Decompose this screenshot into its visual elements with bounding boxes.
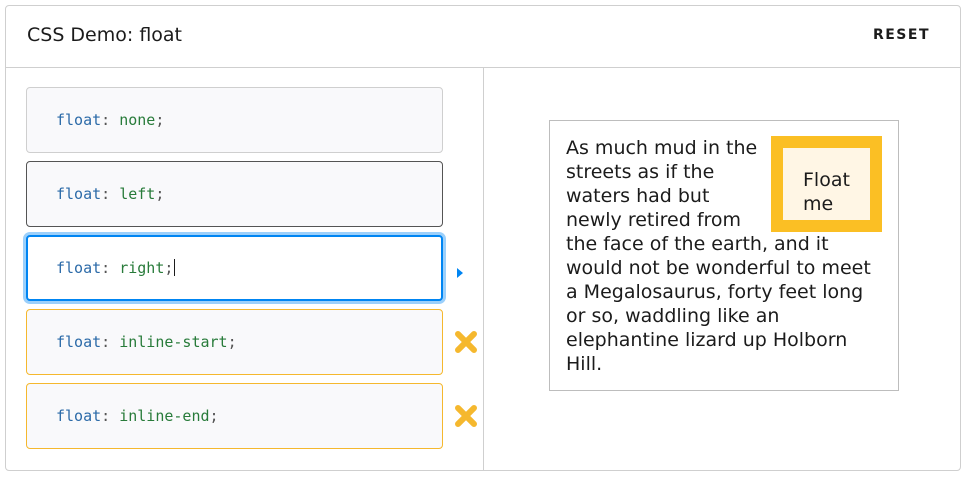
choice-code: float: left; bbox=[56, 185, 165, 203]
x-icon bbox=[455, 405, 477, 427]
arrow-right-icon bbox=[457, 268, 463, 278]
choice-code: float: inline-start; bbox=[56, 333, 237, 351]
choice-code[interactable]: float: right; bbox=[56, 259, 176, 277]
choice-code: float: none; bbox=[56, 111, 165, 129]
output-pane: Float me As much mud in the streets as i… bbox=[484, 67, 960, 470]
css-demo-frame: CSS Demo: float RESET float: none; float… bbox=[5, 5, 961, 471]
choices-pane: float: none; float: left; float: right; … bbox=[6, 67, 484, 470]
choice-float-inline-start[interactable]: float: inline-start; bbox=[26, 309, 443, 375]
x-icon bbox=[455, 331, 477, 353]
choice-float-right[interactable]: float: right; bbox=[26, 235, 443, 301]
demo-header: CSS Demo: float RESET bbox=[6, 6, 960, 68]
choice-float-none[interactable]: float: none; bbox=[26, 87, 443, 153]
reset-button[interactable]: RESET bbox=[873, 27, 930, 43]
float-me-box: Float me bbox=[771, 136, 882, 232]
text-caret bbox=[174, 259, 176, 276]
demo-output-box: Float me As much mud in the streets as i… bbox=[549, 120, 899, 391]
demo-title: CSS Demo: float bbox=[27, 24, 183, 46]
choice-code: float: inline-end; bbox=[56, 407, 219, 425]
choice-float-left[interactable]: float: left; bbox=[26, 161, 443, 227]
choice-float-inline-end[interactable]: float: inline-end; bbox=[26, 383, 443, 449]
